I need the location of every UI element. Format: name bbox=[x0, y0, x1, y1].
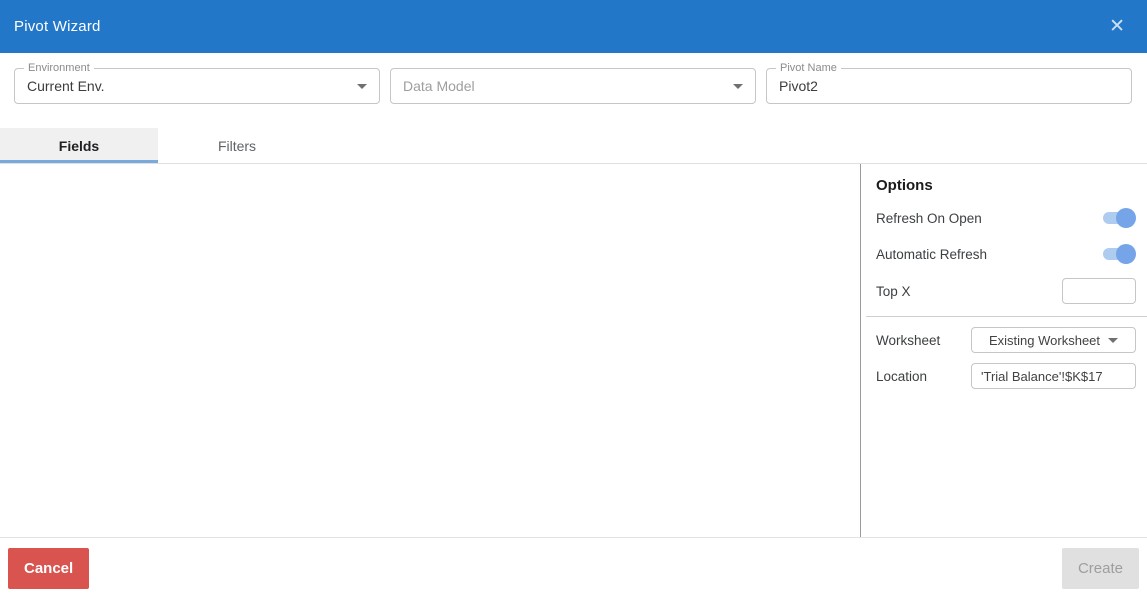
environment-value: Current Env. bbox=[27, 78, 105, 94]
cancel-button[interactable]: Cancel bbox=[8, 548, 90, 589]
dialog-title: Pivot Wizard bbox=[14, 18, 101, 35]
location-input[interactable] bbox=[971, 363, 1136, 389]
toggle-knob bbox=[1116, 208, 1136, 228]
environment-select[interactable]: Environment Current Env. bbox=[14, 62, 380, 104]
chevron-down-icon bbox=[733, 83, 743, 89]
pivot-name-input[interactable] bbox=[779, 78, 1119, 94]
chevron-down-icon bbox=[1108, 337, 1119, 343]
location-row: Location bbox=[861, 358, 1147, 394]
worksheet-select[interactable]: Existing Worksheet bbox=[971, 327, 1136, 353]
fields-pane-empty bbox=[0, 164, 860, 537]
toggle-knob bbox=[1116, 244, 1136, 264]
data-model-placeholder: Data Model bbox=[403, 78, 475, 94]
close-icon[interactable]: ✕ bbox=[1105, 13, 1129, 40]
main-area: Options Refresh On Open Automatic Refres… bbox=[0, 164, 1147, 537]
refresh-on-open-toggle[interactable] bbox=[1103, 208, 1136, 228]
pivot-wizard-dialog: Pivot Wizard ✕ Environment Current Env. … bbox=[0, 0, 1147, 599]
create-button[interactable]: Create bbox=[1061, 548, 1139, 589]
automatic-refresh-toggle[interactable] bbox=[1103, 244, 1136, 264]
options-panel: Options Refresh On Open Automatic Refres… bbox=[861, 164, 1147, 537]
environment-label: Environment bbox=[24, 62, 94, 76]
data-model-select[interactable]: Data Model bbox=[390, 68, 756, 104]
top-form-row: Environment Current Env. Data Model Pivo… bbox=[0, 53, 1147, 104]
tab-fields[interactable]: Fields bbox=[0, 128, 158, 163]
top-x-input[interactable] bbox=[1062, 278, 1136, 304]
top-x-row: Top X bbox=[861, 272, 1147, 310]
dialog-header: Pivot Wizard ✕ bbox=[0, 0, 1147, 53]
options-divider bbox=[866, 316, 1147, 317]
top-x-label: Top X bbox=[876, 283, 911, 299]
location-label: Location bbox=[876, 368, 928, 384]
chevron-down-icon bbox=[357, 83, 367, 89]
tab-bar: Fields Filters bbox=[0, 128, 1147, 164]
tab-filters[interactable]: Filters bbox=[158, 128, 316, 163]
dialog-footer: Cancel Create bbox=[0, 537, 1147, 599]
worksheet-label: Worksheet bbox=[876, 332, 941, 348]
refresh-on-open-label: Refresh On Open bbox=[876, 210, 982, 226]
automatic-refresh-row: Automatic Refresh bbox=[861, 236, 1147, 272]
automatic-refresh-label: Automatic Refresh bbox=[876, 246, 988, 262]
pivot-name-label: Pivot Name bbox=[776, 62, 841, 76]
options-heading: Options bbox=[876, 177, 933, 194]
pivot-name-field[interactable]: Pivot Name bbox=[766, 62, 1132, 104]
worksheet-value: Existing Worksheet bbox=[988, 332, 1101, 348]
refresh-on-open-row: Refresh On Open bbox=[861, 200, 1147, 236]
worksheet-row: Worksheet Existing Worksheet bbox=[861, 322, 1147, 358]
